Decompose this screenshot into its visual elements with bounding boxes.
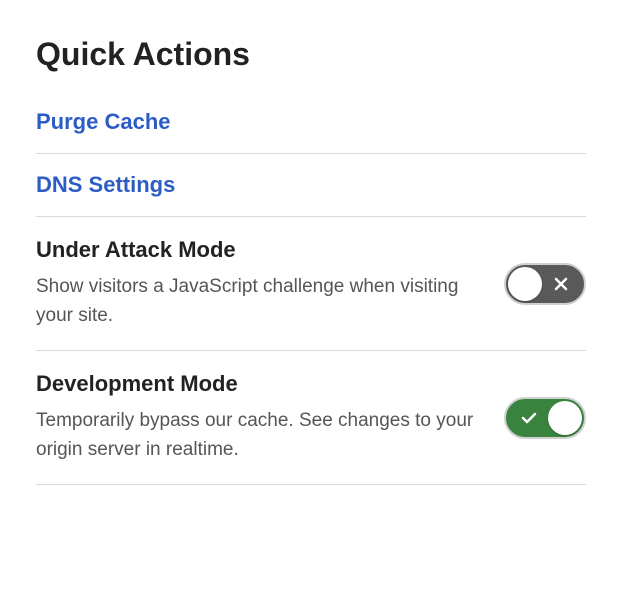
development-desc: Temporarily bypass our cache. See change…: [36, 407, 480, 464]
toggle-knob: [508, 267, 542, 301]
check-icon: [520, 409, 538, 427]
x-icon: [552, 275, 570, 293]
page-title: Quick Actions: [36, 36, 586, 73]
purge-cache-link[interactable]: Purge Cache: [36, 109, 171, 134]
link-row-purge-cache: Purge Cache: [36, 109, 586, 154]
setting-row-under-attack: Under Attack Mode Show visitors a JavaSc…: [36, 217, 586, 351]
link-row-dns-settings: DNS Settings: [36, 154, 586, 217]
setting-row-development: Development Mode Temporarily bypass our …: [36, 351, 586, 485]
under-attack-toggle[interactable]: [504, 263, 586, 305]
under-attack-desc: Show visitors a JavaScript challenge whe…: [36, 273, 480, 330]
dns-settings-link[interactable]: DNS Settings: [36, 172, 175, 197]
toggle-knob: [548, 401, 582, 435]
development-title: Development Mode: [36, 371, 480, 397]
setting-text: Development Mode Temporarily bypass our …: [36, 371, 480, 464]
setting-text: Under Attack Mode Show visitors a JavaSc…: [36, 237, 480, 330]
development-toggle[interactable]: [504, 397, 586, 439]
under-attack-title: Under Attack Mode: [36, 237, 480, 263]
